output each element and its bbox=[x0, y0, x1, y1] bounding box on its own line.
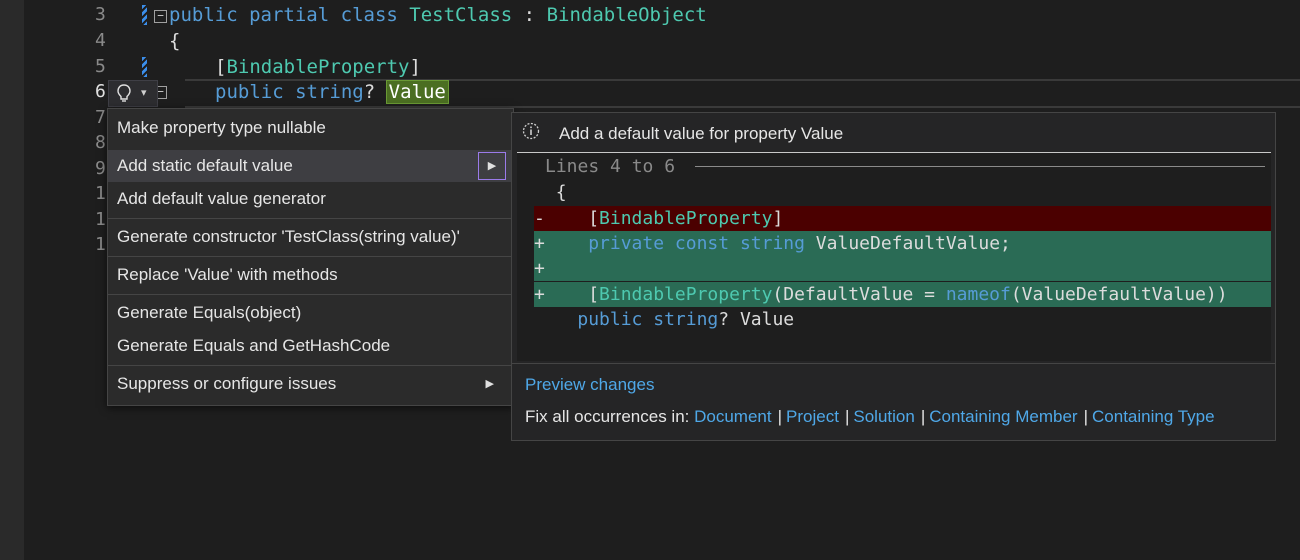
diff-prefix: + bbox=[534, 284, 545, 305]
chevron-down-icon: ▾ bbox=[141, 87, 147, 99]
fix-scope-containing-member-link[interactable]: Containing Member bbox=[929, 407, 1077, 426]
diff-line-removed: - [BindableProperty] bbox=[534, 206, 1271, 231]
code-line-3: public partial class TestClass : Bindabl… bbox=[169, 2, 707, 28]
menu-item-generate-constructor[interactable]: Generate constructor 'TestClass(string v… bbox=[108, 221, 513, 253]
code-line-5: [BindableProperty] bbox=[215, 54, 421, 80]
line-number: 4 bbox=[95, 30, 106, 51]
bracket: ] bbox=[409, 56, 421, 78]
attribute-name: BindableProperty bbox=[226, 56, 410, 78]
submenu-arrow-icon: ▶ bbox=[485, 378, 494, 390]
bracket: [ bbox=[215, 56, 227, 78]
preview-title: Add a default value for property Value bbox=[559, 124, 844, 143]
quick-actions-menu: Make property type nullable Add static d… bbox=[107, 108, 514, 406]
code-line-6: public string? Value bbox=[215, 79, 449, 105]
diff-line-added: + bbox=[534, 256, 1271, 281]
preview-changes-link[interactable]: Preview changes bbox=[525, 375, 654, 395]
line-number: 5 bbox=[95, 56, 106, 77]
fix-scope-containing-type-link[interactable]: Containing Type bbox=[1092, 407, 1215, 426]
menu-separator bbox=[108, 218, 513, 219]
diff-line-context: public string? Value bbox=[577, 309, 795, 330]
change-marker bbox=[142, 57, 147, 77]
lightbulb-icon bbox=[116, 83, 132, 103]
collapse-toggle-icon[interactable]: − bbox=[154, 10, 167, 23]
diff-prefix: + bbox=[534, 258, 545, 279]
lines-range-rule bbox=[695, 166, 1265, 167]
code-line-4: { bbox=[169, 28, 180, 54]
nullable-mark: ? bbox=[363, 81, 376, 103]
menu-item-add-static-default-value[interactable]: Add static default value ▶ bbox=[108, 150, 513, 182]
base-separator: : bbox=[512, 4, 547, 26]
diff-line-added: + private const string ValueDefaultValue… bbox=[534, 231, 1271, 256]
scope-separator: | bbox=[844, 407, 850, 426]
diff-text: { bbox=[555, 182, 567, 203]
footer-divider bbox=[512, 363, 1275, 364]
keyword: class bbox=[340, 4, 398, 26]
menu-item-make-nullable[interactable]: Make property type nullable bbox=[108, 112, 513, 144]
scope-separator: | bbox=[777, 407, 783, 426]
menu-item-replace-with-methods[interactable]: Replace 'Value' with methods bbox=[108, 259, 513, 291]
keyword: string bbox=[295, 81, 364, 103]
menu-item-suppress-configure[interactable]: Suppress or configure issues ▶ bbox=[108, 368, 513, 400]
menu-separator bbox=[108, 256, 513, 257]
menu-item-label: Suppress or configure issues bbox=[117, 374, 337, 393]
line-number: 3 bbox=[95, 4, 106, 25]
preview-panel: Add a default value for property Value L… bbox=[511, 112, 1276, 441]
scope-separator: | bbox=[920, 407, 926, 426]
brace: { bbox=[169, 30, 181, 52]
diff-prefix: - bbox=[534, 208, 545, 229]
keyword: partial bbox=[249, 4, 330, 26]
menu-item-generate-equals[interactable]: Generate Equals(object) bbox=[108, 297, 513, 329]
diff-view: Lines 4 to 6 { - [BindableProperty] + pr… bbox=[517, 153, 1271, 361]
diff-line-added: + [BindableProperty(DefaultValue = nameo… bbox=[534, 282, 1271, 307]
fix-scope-project-link[interactable]: Project bbox=[786, 407, 839, 426]
menu-separator bbox=[108, 294, 513, 295]
scope-separator: | bbox=[1083, 407, 1089, 426]
quick-actions-button[interactable]: ▾ bbox=[108, 80, 158, 107]
property-name-highlight[interactable]: Value bbox=[385, 80, 449, 104]
submenu-arrow-icon[interactable]: ▶ bbox=[478, 152, 506, 180]
diff-prefix: + bbox=[534, 233, 545, 254]
keyword: public bbox=[169, 4, 238, 26]
editor-left-margin bbox=[0, 0, 24, 560]
fix-scope-document-link[interactable]: Document bbox=[694, 407, 771, 426]
preview-header: Add a default value for property Value bbox=[512, 113, 1275, 153]
diff-line-context: { bbox=[534, 180, 1271, 205]
lines-range-label: Lines 4 to 6 bbox=[545, 156, 676, 177]
menu-item-add-default-value-generator[interactable]: Add default value generator bbox=[108, 183, 513, 215]
info-icon bbox=[522, 122, 540, 140]
fix-all-label: Fix all occurrences in: bbox=[525, 407, 690, 426]
menu-item-generate-equals-gethashcode[interactable]: Generate Equals and GetHashCode bbox=[108, 330, 513, 362]
fix-all-row: Fix all occurrences in: Document | Project… bbox=[525, 407, 1215, 427]
base-class-name: BindableObject bbox=[546, 4, 707, 26]
menu-item-label: Add static default value bbox=[117, 156, 293, 175]
keyword: public bbox=[215, 81, 284, 103]
class-name: TestClass bbox=[409, 4, 513, 26]
fix-scope-solution-link[interactable]: Solution bbox=[853, 407, 914, 426]
change-marker bbox=[142, 5, 147, 25]
menu-separator bbox=[108, 365, 513, 366]
